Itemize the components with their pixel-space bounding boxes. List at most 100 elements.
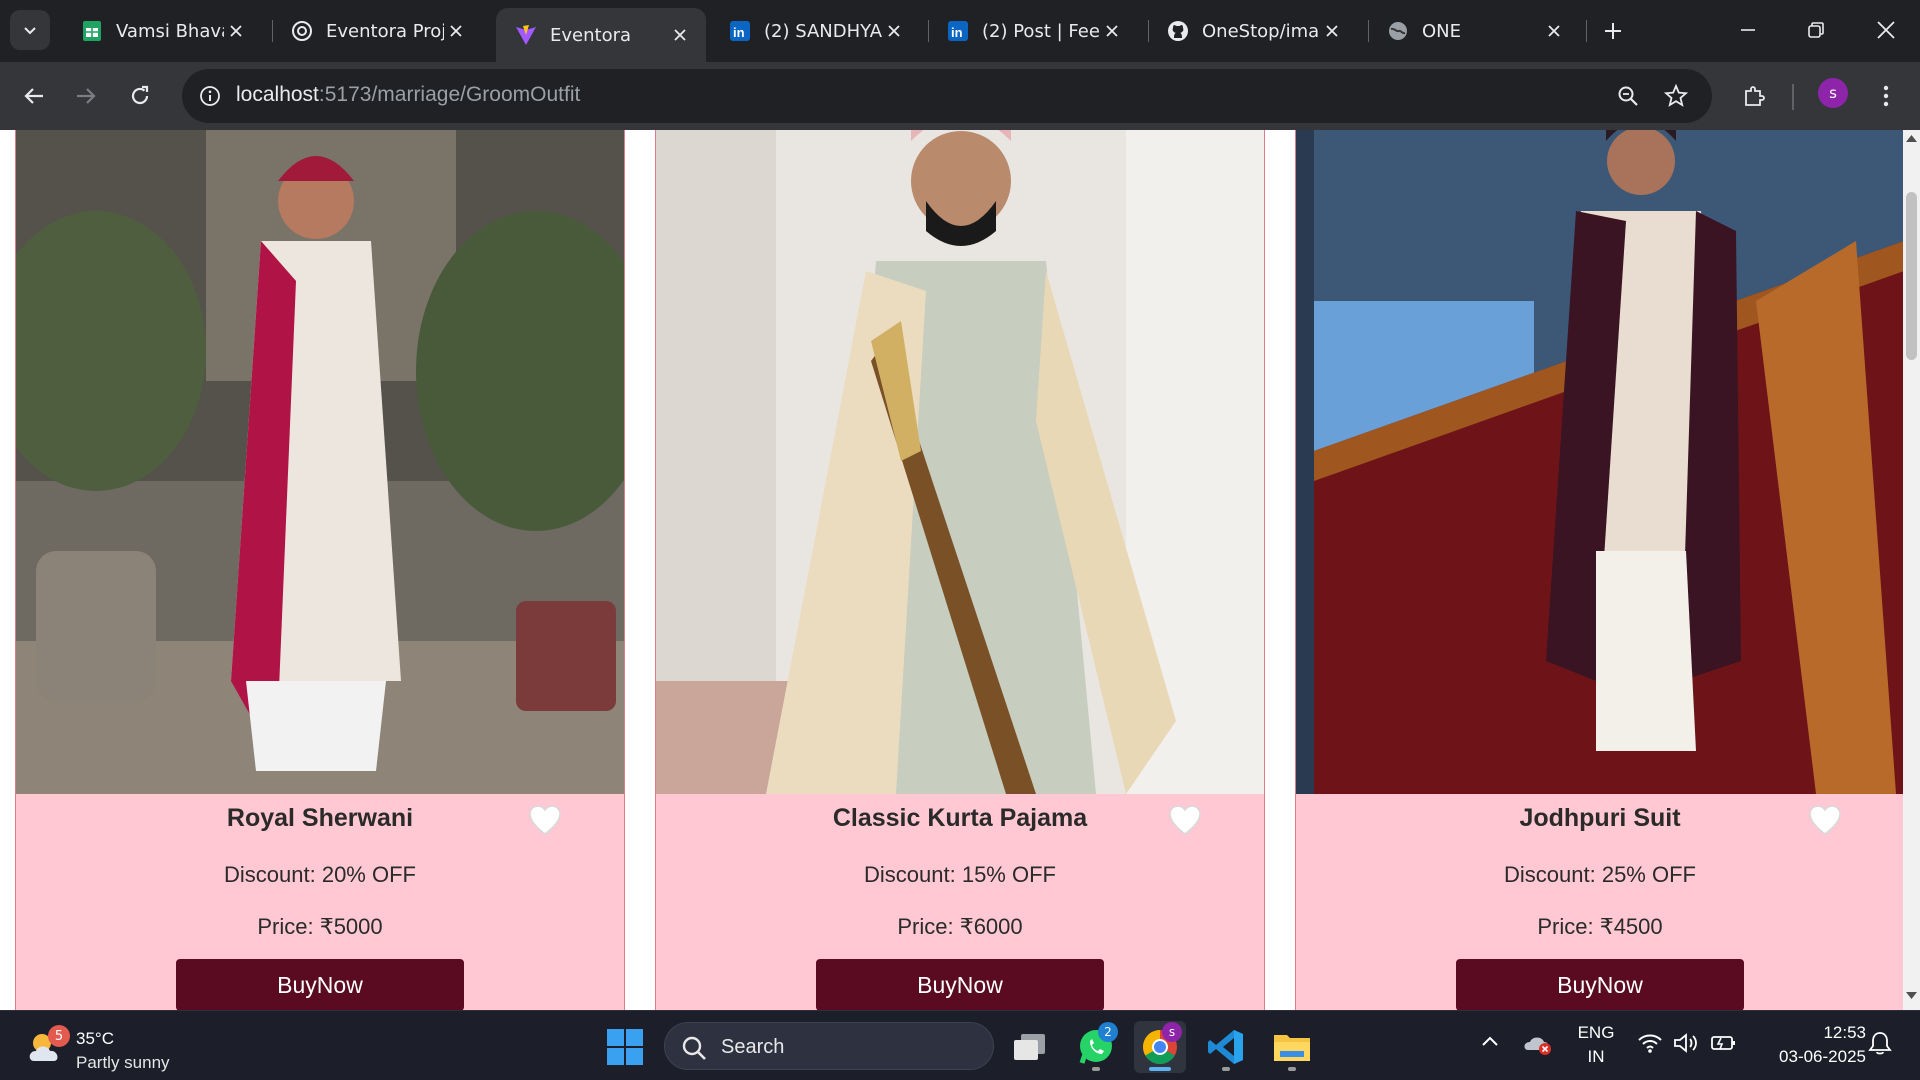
back-button[interactable] <box>14 76 54 116</box>
search-icon <box>682 1036 706 1060</box>
close-icon[interactable] <box>1542 19 1566 43</box>
tab-separator <box>1586 20 1587 42</box>
buy-now-button[interactable]: BuyNow <box>816 959 1104 1010</box>
volume-icon[interactable] <box>1672 1029 1700 1057</box>
wifi-icon[interactable] <box>1636 1029 1664 1057</box>
clock-date: 03-06-2025 <box>1779 1047 1866 1066</box>
tab-title: Eventora Proje <box>326 20 444 42</box>
svg-text:in: in <box>733 25 745 40</box>
close-icon[interactable] <box>668 23 692 47</box>
tab-eventora-project[interactable]: Eventora Proje <box>272 8 482 54</box>
weather-condition: Partly sunny <box>76 1053 170 1072</box>
tab-title: (2) Post | Feed <box>982 20 1100 42</box>
page-scrollbar[interactable] <box>1903 130 1920 1010</box>
region-code: IN <box>1587 1047 1605 1066</box>
weather-temperature: 35°C <box>76 1029 114 1048</box>
url-text[interactable]: localhost:5173/marriage/GroomOutfit <box>236 83 580 107</box>
heart-icon[interactable] <box>1168 804 1202 838</box>
close-icon[interactable] <box>444 19 468 43</box>
system-clock[interactable]: 12:53 03-06-2025 <box>1746 1021 1866 1069</box>
whatsapp-badge: 2 <box>1098 1022 1118 1042</box>
tab-linkedin-sandhya[interactable]: in (2) SANDHYA <box>710 8 920 54</box>
product-price: Price: ₹5000 <box>257 914 383 939</box>
product-info: Jodhpuri Suit Discount: 25% OFF Price: ₹… <box>1296 794 1903 1010</box>
taskbar-chrome[interactable]: s <box>1134 1021 1186 1073</box>
scrollbar-thumb[interactable] <box>1906 192 1917 360</box>
forward-button[interactable] <box>66 76 106 116</box>
plus-icon <box>1605 23 1621 39</box>
restore-button[interactable] <box>1782 0 1850 60</box>
extensions-button[interactable] <box>1734 76 1774 116</box>
running-indicator <box>1222 1067 1230 1071</box>
kebab-menu-icon <box>1883 85 1889 107</box>
buy-now-button[interactable]: BuyNow <box>1456 959 1744 1010</box>
start-button[interactable] <box>606 1028 644 1066</box>
close-icon[interactable] <box>1100 19 1124 43</box>
globe-icon <box>1386 19 1410 43</box>
tab-github-onestop[interactable]: OneStop/imag <box>1148 8 1358 54</box>
google-sheets-icon <box>80 19 104 43</box>
profile-avatar[interactable]: s <box>1818 78 1848 108</box>
product-price: Price: ₹4500 <box>1537 914 1663 939</box>
minimize-button[interactable] <box>1714 0 1782 60</box>
scroll-down-arrow-icon[interactable] <box>1903 992 1920 1006</box>
task-view-icon <box>1014 1034 1045 1060</box>
svg-text:in: in <box>951 25 963 40</box>
windows-taskbar: 5 35°C Partly sunny Search 2 s ENG IN 12… <box>0 1010 1920 1080</box>
tab-search-button[interactable] <box>10 10 50 50</box>
menu-button[interactable] <box>1866 76 1906 116</box>
vite-icon <box>514 23 538 47</box>
battery-icon[interactable] <box>1710 1029 1738 1057</box>
url-host: localhost <box>236 83 319 106</box>
show-hidden-icons-button[interactable] <box>1478 1029 1502 1053</box>
close-icon[interactable] <box>224 19 248 43</box>
github-icon <box>1166 19 1190 43</box>
product-price: Price: ₹6000 <box>897 914 1023 939</box>
taskbar-search[interactable]: Search <box>664 1022 994 1070</box>
windows-logo-icon <box>607 1029 643 1065</box>
product-image <box>16 130 624 794</box>
clock-time: 12:53 <box>1823 1023 1866 1042</box>
heart-icon[interactable] <box>1808 804 1842 838</box>
folder-icon <box>1274 1035 1310 1061</box>
tab-title: Eventora <box>550 24 632 46</box>
language-code: ENG <box>1577 1023 1615 1042</box>
tab-title: ONE <box>1422 20 1462 42</box>
tab-strip: Vamsi Bhavani Eventora Proje Eventora in… <box>0 0 1920 62</box>
close-window-button[interactable] <box>1852 0 1920 60</box>
tab-one[interactable]: ONE <box>1368 8 1580 54</box>
close-icon[interactable] <box>882 19 906 43</box>
input-language[interactable]: ENG IN <box>1574 1021 1618 1069</box>
notifications-icon[interactable] <box>1866 1029 1894 1057</box>
chevron-down-icon <box>24 27 36 35</box>
weather-widget[interactable]: 5 35°C Partly sunny <box>26 1021 186 1072</box>
heart-icon[interactable] <box>528 804 562 838</box>
onedrive-icon[interactable] <box>1522 1029 1552 1059</box>
tab-eventora[interactable]: Eventora <box>496 8 706 62</box>
tab-vamsi-bhavani[interactable]: Vamsi Bhavani <box>62 8 262 54</box>
bookmark-star-icon[interactable] <box>1660 80 1692 112</box>
product-image <box>1296 130 1903 794</box>
reload-icon <box>131 85 149 105</box>
site-info-icon[interactable] <box>194 80 226 112</box>
product-info: Royal Sherwani Discount: 20% OFF Price: … <box>16 794 624 1010</box>
reload-button[interactable] <box>120 76 160 116</box>
tab-linkedin-feed[interactable]: in (2) Post | Feed <box>928 8 1138 54</box>
address-bar[interactable]: localhost:5173/marriage/GroomOutfit <box>182 69 1712 123</box>
taskbar-task-view[interactable] <box>1004 1021 1056 1073</box>
weather-badge: 5 <box>48 1025 70 1047</box>
new-tab-button[interactable] <box>1596 14 1630 48</box>
taskbar-vscode[interactable] <box>1200 1021 1252 1073</box>
close-icon[interactable] <box>1320 19 1344 43</box>
buy-now-button[interactable]: BuyNow <box>176 959 464 1010</box>
product-card: Classic Kurta Pajama Discount: 15% OFF P… <box>655 130 1265 1010</box>
zoom-icon[interactable] <box>1612 80 1644 112</box>
arrow-right-icon <box>77 88 96 104</box>
vscode-icon <box>1208 1030 1243 1064</box>
linkedin-icon: in <box>946 19 970 43</box>
taskbar-whatsapp[interactable]: 2 <box>1070 1021 1122 1073</box>
running-indicator <box>1092 1067 1100 1071</box>
scroll-up-arrow-icon[interactable] <box>1903 134 1920 148</box>
taskbar-file-explorer[interactable] <box>1266 1021 1318 1073</box>
arrow-left-icon <box>24 88 43 104</box>
